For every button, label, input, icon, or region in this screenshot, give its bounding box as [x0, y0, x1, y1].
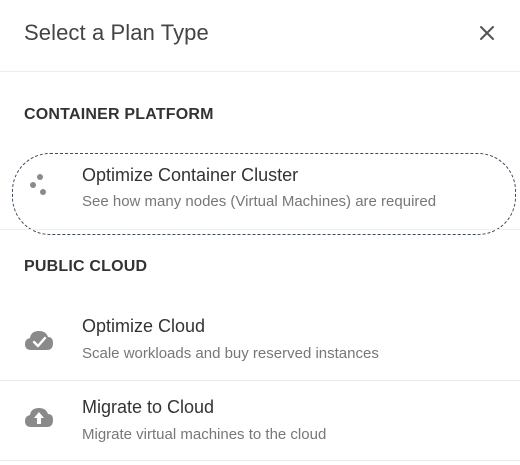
plan-option-migrate-to-cloud[interactable]: Migrate to Cloud Migrate virtual machine…	[0, 381, 520, 461]
dialog-title: Select a Plan Type	[24, 20, 209, 45]
plan-option-description: Migrate virtual machines to the cloud	[82, 426, 327, 443]
divider	[0, 229, 520, 230]
section-heading-container-platform: CONTAINER PLATFORM	[24, 106, 214, 123]
plan-option-description: See how many nodes (Virtual Machines) ar…	[82, 193, 437, 210]
close-icon[interactable]	[474, 20, 500, 46]
section-heading-public-cloud: PUBLIC CLOUD	[24, 258, 148, 275]
cloud-check-icon	[22, 324, 56, 358]
plan-option-name: Optimize Container Cluster	[82, 165, 299, 185]
container-cluster-icon	[22, 169, 56, 203]
plan-option-name: Migrate to Cloud	[82, 397, 215, 417]
select-plan-type-dialog: Select a Plan Type CONTAINER PLATFORM Op…	[0, 0, 520, 465]
plan-option-optimize-container-cluster[interactable]: Optimize Container Cluster See how many …	[0, 153, 520, 235]
plan-option-description: Scale workloads and buy reserved instanc…	[82, 345, 379, 362]
plan-option-name: Optimize Cloud	[82, 316, 206, 336]
cloud-upload-icon	[22, 401, 56, 435]
dialog-header: Select a Plan Type	[0, 0, 520, 72]
divider	[0, 460, 520, 461]
plan-option-optimize-cloud[interactable]: Optimize Cloud Scale workloads and buy r…	[0, 300, 520, 380]
